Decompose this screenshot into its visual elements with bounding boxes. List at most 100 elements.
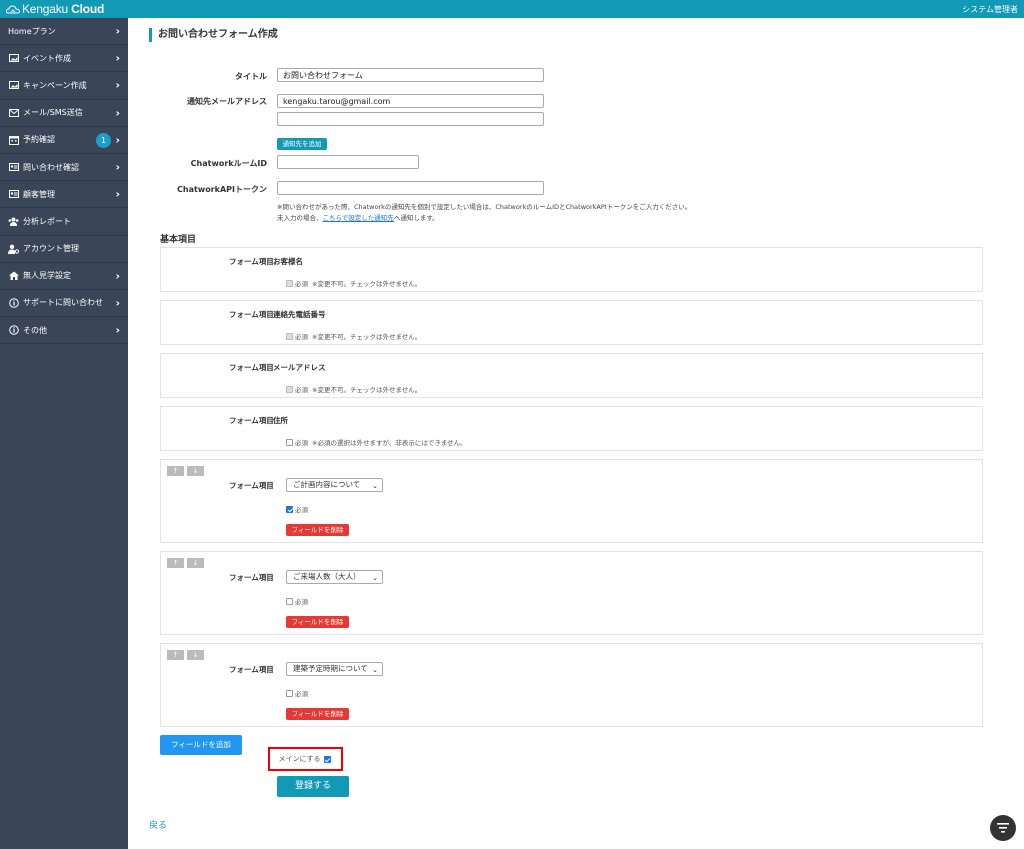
chevron-down-icon: ⌄	[372, 574, 378, 582]
basic-section-label: 基本項目	[160, 235, 197, 245]
field-name: お客様名	[273, 257, 303, 266]
delete-field-button[interactable]: フィールドを削除	[286, 708, 349, 720]
chevron-down-icon: ⌄	[372, 666, 378, 674]
sidebar-item-7[interactable]: 分析レポート	[0, 208, 128, 236]
users-icon	[8, 216, 19, 226]
field-type-select[interactable]: ご来場人数（大人） ⌄	[286, 570, 383, 584]
info-icon	[8, 298, 19, 308]
admin-user-label[interactable]: システム管理者	[962, 4, 1018, 15]
chevron-right-icon: ›	[115, 269, 120, 283]
back-link[interactable]: 戻る	[149, 818, 167, 831]
required-checkbox[interactable]	[286, 438, 293, 446]
brand-prefix: Kengaku	[22, 2, 68, 16]
select-value: ご来場人数（大人）	[293, 572, 361, 581]
add-field-button[interactable]: フィールドを追加	[160, 735, 242, 755]
sidebar-item-5[interactable]: 問い合わせ確認 ›	[0, 154, 128, 182]
required-checkbox[interactable]	[286, 597, 293, 605]
delete-field-button[interactable]: フィールドを削除	[286, 524, 349, 536]
sidebar-item-10[interactable]: サポートに問い合わせ ›	[0, 290, 128, 318]
sidebar-item-label: 分析レポート	[23, 216, 71, 226]
sidebar: Homeプラン › イベント作成 › キャンペーン作成 › メール/SMS送信 › 予約確認 1 ›…	[0, 18, 128, 849]
chevron-right-icon: ›	[115, 106, 120, 120]
image-icon	[8, 53, 19, 63]
main-content: お問い合わせフォーム作成 タイトル 通知先メールアドレス 通知先を追加 Chat…	[128, 18, 1024, 849]
chatwork-token-input[interactable]	[277, 181, 544, 195]
required-row: 必須	[286, 688, 308, 698]
add-email-button[interactable]: 通知先を追加	[277, 138, 327, 150]
title-label: タイトル	[235, 72, 267, 81]
required-checkbox[interactable]	[286, 689, 293, 697]
title-input[interactable]	[277, 68, 544, 82]
sidebar-item-2[interactable]: キャンペーン作成 ›	[0, 72, 128, 100]
submit-button[interactable]: 登録する	[277, 776, 349, 797]
move-up-button[interactable]: ↑	[167, 466, 184, 476]
fixed-field-card: フォーム項目 連絡先電話番号必須 ※変更不可。チェックは外せません。	[160, 300, 983, 345]
email-label: 通知先メールアドレス	[187, 97, 267, 106]
note-line-1: ※問い合わせがあった際、Chatworkの通知先を個別で設定したい場合は、Cha…	[277, 203, 692, 211]
settings-link[interactable]: こちらで設定した通知先	[323, 214, 394, 222]
required-label: 必須	[295, 386, 308, 394]
field-type-select[interactable]: 建築予定時期について ⌄	[286, 662, 383, 676]
filter-menu-fab[interactable]	[990, 815, 1016, 841]
move-down-button[interactable]: ↓	[187, 558, 204, 568]
filter-list-icon	[997, 823, 1009, 833]
sidebar-item-9[interactable]: 無人見学設定 ›	[0, 263, 128, 290]
sidebar-item-8[interactable]: アカウント管理	[0, 236, 128, 263]
sidebar-item-0[interactable]: Homeプラン ›	[0, 18, 128, 46]
sidebar-item-label: 問い合わせ確認	[23, 162, 79, 172]
required-row: 必須 ※変更不可。チェックは外せません。	[286, 331, 421, 341]
field-label: フォーム項目	[229, 481, 274, 490]
mail-icon	[8, 108, 19, 118]
cloud-house-icon	[6, 5, 20, 14]
move-down-button[interactable]: ↓	[187, 650, 204, 660]
chevron-down-icon: ⌄	[372, 482, 378, 490]
required-row: 必須 ※必須の選択は外せますが、非表示にはできません。	[286, 437, 467, 447]
sidebar-item-label: 予約確認	[23, 135, 55, 145]
move-down-button[interactable]: ↓	[187, 466, 204, 476]
required-label: 必須	[295, 598, 308, 606]
sidebar-item-11[interactable]: その他 ›	[0, 317, 128, 345]
field-label: フォーム項目	[229, 573, 274, 582]
fixed-field-card: フォーム項目 住所 必須 ※必須の選択は外せますが、非表示にはできません。	[160, 406, 983, 451]
required-checkbox[interactable]	[286, 505, 293, 513]
email-field-1[interactable]	[277, 94, 544, 108]
sidebar-item-4[interactable]: 予約確認 1 ›	[0, 127, 128, 154]
sidebar-item-label: キャンペーン作成	[23, 80, 87, 90]
custom-field-card: ↑ ↓ フォーム項目 ご計画内容について ⌄ 必須フィールドを削除	[160, 459, 983, 543]
chevron-right-icon: ›	[115, 323, 120, 337]
image-icon	[8, 80, 19, 90]
field-name: 連絡先電話番号	[273, 310, 326, 319]
move-up-button[interactable]: ↑	[167, 558, 184, 568]
email-field-2[interactable]	[277, 112, 544, 126]
sidebar-item-6[interactable]: 顧客管理 ›	[0, 181, 128, 209]
field-type-select[interactable]: ご計画内容について ⌄	[286, 478, 383, 492]
required-note: ※変更不可。チェックは外せません。	[312, 386, 422, 394]
sidebar-item-1[interactable]: イベント作成 ›	[0, 45, 128, 73]
logo[interactable]: Kengaku Cloud	[6, 2, 104, 16]
move-up-button[interactable]: ↑	[167, 650, 184, 660]
chatwork-token-label: ChatworkAPIトークン	[177, 185, 267, 194]
field-name: メールアドレス	[273, 363, 326, 372]
field-label: フォーム項目	[229, 310, 274, 319]
main-flag-checkbox[interactable]	[323, 755, 331, 763]
sidebar-item-3[interactable]: メール/SMS送信 ›	[0, 100, 128, 127]
required-note: ※変更不可。チェックは外せません。	[312, 333, 422, 341]
sidebar-item-label: その他	[23, 325, 47, 335]
main-flag-label: メインにする	[278, 755, 321, 763]
brand-suffix: Cloud	[67, 2, 105, 16]
required-label: 必須	[295, 439, 308, 447]
chevron-right-icon: ›	[115, 51, 120, 65]
chatwork-room-label: ChatworkルームID	[190, 159, 267, 168]
chevron-right-icon: ›	[115, 24, 120, 38]
fixed-field-card: フォーム項目 お客様名 必須 ※変更不可。チェックは外せません。	[160, 247, 983, 292]
chatwork-room-input[interactable]	[277, 155, 419, 169]
required-label: 必須	[295, 506, 308, 514]
required-checkbox	[286, 385, 293, 393]
sidebar-item-label: サポートに問い合わせ	[23, 298, 103, 308]
user-gear-icon	[8, 244, 19, 254]
required-label: 必須	[295, 280, 308, 288]
delete-field-button[interactable]: フィールドを削除	[286, 616, 349, 628]
info-icon	[8, 325, 19, 335]
required-checkbox	[286, 332, 293, 340]
chevron-right-icon: ›	[115, 296, 120, 310]
